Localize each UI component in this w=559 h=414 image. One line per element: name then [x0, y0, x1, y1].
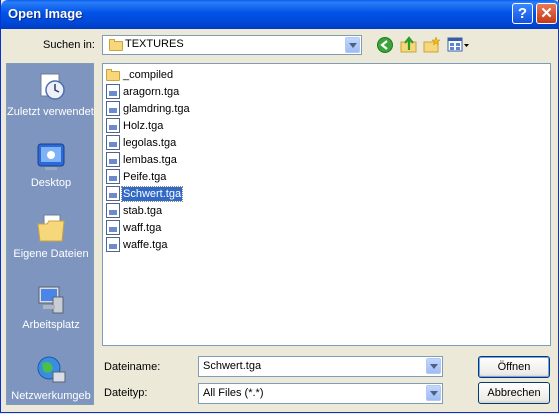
place-label: Desktop: [30, 177, 72, 189]
image-file-icon: [106, 203, 120, 218]
up-folder-icon[interactable]: [400, 36, 418, 54]
chevron-down-icon[interactable]: [426, 385, 441, 401]
file-name: glamdring.tga: [123, 103, 190, 115]
file-name: Peife.tga: [123, 171, 167, 183]
place-recent[interactable]: Zuletzt verwendete D...: [7, 70, 95, 119]
filetype-value: All Files (*.*): [203, 387, 264, 399]
back-icon[interactable]: [377, 37, 393, 53]
recent-documents-icon: [35, 70, 67, 102]
place-desktop[interactable]: Desktop: [7, 141, 95, 190]
look-in-label: Suchen in:: [43, 39, 95, 51]
help-button[interactable]: ?: [512, 3, 533, 24]
view-menu-icon[interactable]: [447, 37, 471, 53]
file-name: _compiled: [123, 69, 174, 81]
desktop-icon: [35, 141, 67, 173]
file-name: lembas.tga: [123, 154, 177, 166]
place-my-documents[interactable]: Eigene Dateien: [7, 212, 95, 261]
network-icon: [35, 354, 67, 386]
file-name: legolas.tga: [123, 137, 177, 149]
open-button[interactable]: Öffnen: [478, 356, 550, 378]
open-image-dialog: Open Image ? ✕ Suchen in: TEXTURES Zulet…: [0, 0, 559, 413]
new-folder-icon[interactable]: [423, 36, 441, 54]
image-file-icon: [106, 169, 120, 184]
image-file-icon: [106, 118, 120, 133]
cancel-button[interactable]: Abbrechen: [478, 382, 550, 404]
my-computer-icon: [35, 283, 67, 315]
place-network[interactable]: Netzwerkumgeb: [7, 354, 95, 403]
file-name: waff.tga: [123, 222, 162, 234]
filename-value: Schwert.tga: [203, 360, 262, 372]
image-file-icon: [106, 220, 120, 235]
filetype-label: Dateityp:: [104, 387, 148, 399]
filename-input[interactable]: Schwert.tga: [198, 356, 443, 377]
look-in-combo[interactable]: TEXTURES: [102, 35, 362, 55]
place-my-computer[interactable]: Arbeitsplatz: [7, 283, 95, 332]
file-name: waffe.tga: [123, 239, 168, 251]
place-label: Eigene Dateien: [13, 248, 89, 260]
image-file-icon: [106, 135, 120, 150]
chevron-down-icon[interactable]: [426, 358, 441, 374]
places-bar: Zuletzt verwendete D... Desktop Eigene D…: [6, 63, 95, 405]
image-file-icon: [106, 152, 120, 167]
close-button[interactable]: ✕: [536, 3, 557, 24]
folder-icon: [109, 39, 123, 51]
place-label: Netzwerkumgeb: [11, 390, 91, 402]
chevron-down-icon[interactable]: [345, 37, 360, 53]
image-file-icon: [106, 84, 120, 99]
filename-label: Dateiname:: [104, 361, 161, 373]
place-label: Arbeitsplatz: [22, 319, 80, 331]
place-label: Zuletzt verwendete D...: [7, 106, 95, 118]
image-file-icon: [106, 186, 120, 201]
image-file-icon: [106, 101, 120, 116]
window-title: Open Image: [8, 6, 83, 21]
folder-icon: [106, 69, 120, 81]
image-file-icon: [106, 237, 120, 252]
file-name: stab.tga: [123, 205, 163, 217]
my-documents-icon: [35, 212, 67, 244]
title-bar[interactable]: Open Image ? ✕: [1, 0, 559, 29]
file-name: Schwert.tga: [120, 186, 184, 202]
file-list[interactable]: _compiled aragorn.tga glamdring.tga Holz…: [102, 63, 551, 346]
filetype-select[interactable]: All Files (*.*): [198, 383, 443, 404]
file-name: Holz.tga: [123, 120, 164, 132]
look-in-value: TEXTURES: [125, 38, 184, 50]
file-name: aragorn.tga: [123, 86, 180, 98]
